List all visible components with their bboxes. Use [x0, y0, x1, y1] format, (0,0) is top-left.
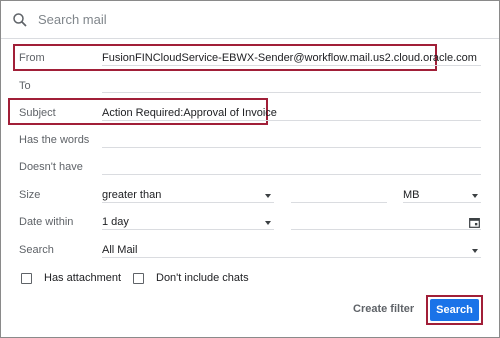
date-within-label: Date within [19, 216, 74, 228]
dont-include-chats-label[interactable]: Don't include chats [156, 272, 249, 284]
search-icon [13, 13, 27, 27]
subject-field[interactable]: Action Required:Approval of Invoice [102, 107, 277, 119]
create-filter-link[interactable]: Create filter [353, 303, 414, 315]
to-field[interactable] [102, 92, 481, 93]
doesnt-have-label: Doesn't have [19, 161, 83, 173]
dont-include-chats-checkbox[interactable] [133, 273, 144, 284]
date-field[interactable] [291, 229, 481, 230]
chevron-down-icon [472, 249, 478, 253]
from-field[interactable]: FusionFINCloudService-EBWX-Sender@workfl… [102, 52, 477, 64]
has-words-label: Has the words [19, 134, 90, 146]
doesnt-have-field[interactable] [102, 174, 481, 175]
date-within-underline [102, 229, 274, 230]
size-operator-underline [102, 202, 274, 203]
size-operator-select[interactable]: greater than [102, 189, 161, 201]
from-underline [102, 65, 481, 66]
search-placeholder[interactable]: Search mail [38, 12, 107, 27]
calendar-icon[interactable] [469, 217, 480, 228]
from-label: From [19, 52, 45, 64]
chevron-down-icon [472, 194, 478, 198]
has-attachment-checkbox[interactable] [21, 273, 32, 284]
size-amount-field[interactable] [291, 202, 387, 203]
to-label: To [19, 80, 31, 92]
date-within-select[interactable]: 1 day [102, 216, 129, 228]
search-in-label: Search [19, 244, 54, 256]
subject-underline [102, 120, 481, 121]
size-unit-select[interactable]: MB [403, 189, 420, 201]
has-words-field[interactable] [102, 147, 481, 148]
advanced-search-dialog: Search mail From FusionFINCloudService-E… [0, 0, 500, 338]
search-in-select[interactable]: All Mail [102, 244, 137, 256]
search-bar[interactable]: Search mail [1, 1, 499, 39]
subject-label: Subject [19, 107, 56, 119]
chevron-down-icon [265, 194, 271, 198]
search-button[interactable]: Search [430, 299, 479, 321]
size-label: Size [19, 189, 41, 201]
search-button-highlight: Search [426, 295, 483, 325]
chevron-down-icon [265, 221, 271, 225]
has-attachment-label[interactable]: Has attachment [44, 272, 121, 284]
search-in-underline [102, 257, 481, 258]
size-unit-underline [403, 202, 481, 203]
